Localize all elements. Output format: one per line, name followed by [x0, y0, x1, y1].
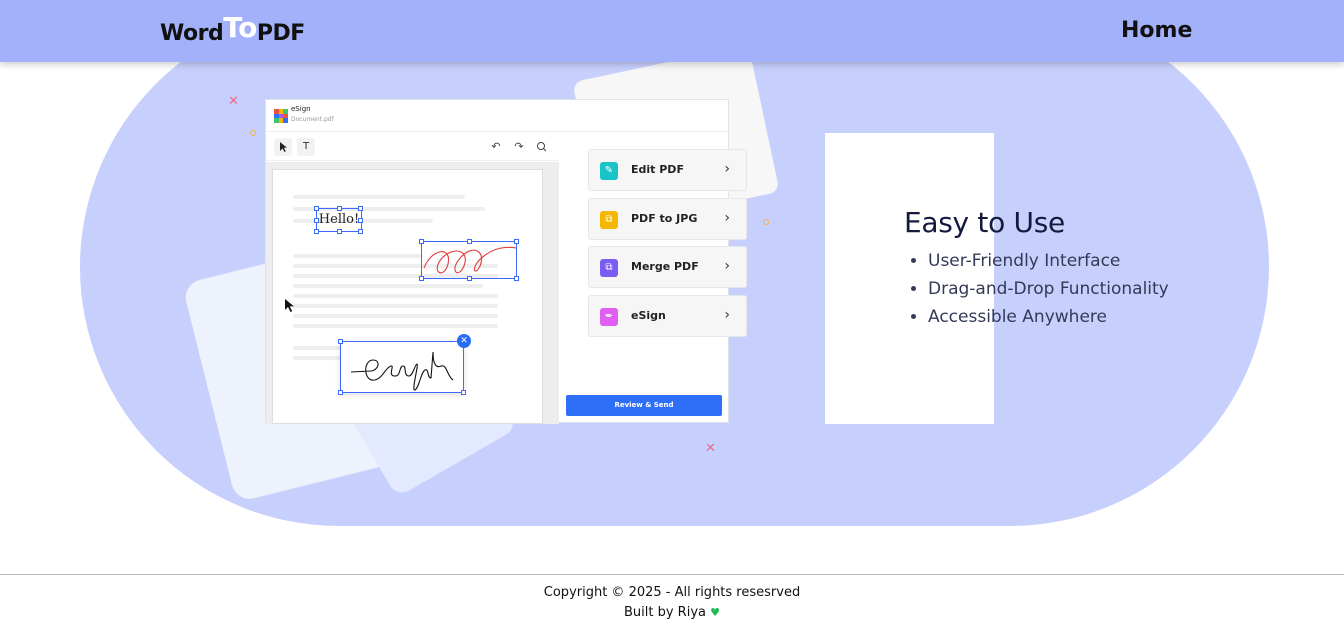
resize-handle[interactable] — [338, 339, 343, 344]
resize-handle[interactable] — [358, 229, 363, 234]
menu-item-pdf-to-jpg[interactable]: ⧉ PDF to JPG › — [588, 198, 747, 240]
feature-item: Drag-and-Drop Functionality — [928, 275, 1169, 303]
edit-icon: ✎ — [600, 162, 618, 180]
esign-signature-box[interactable] — [340, 341, 464, 393]
text-line-placeholder — [293, 304, 498, 308]
menu-item-label: eSign — [631, 309, 666, 322]
text-line-placeholder — [293, 294, 498, 298]
resize-handle[interactable] — [337, 229, 342, 234]
menu-item-merge-pdf[interactable]: ⧉ Merge PDF › — [588, 246, 747, 288]
chevron-right-icon: › — [724, 161, 730, 177]
features-title: Easy to Use — [904, 206, 1065, 239]
chevron-right-icon: › — [724, 210, 730, 226]
menu-item-label: PDF to JPG — [631, 212, 698, 225]
select-tool-icon[interactable] — [274, 138, 292, 156]
image-convert-icon: ⧉ — [600, 211, 618, 229]
editor-toolbar: T ↶ ↷ — [266, 133, 559, 161]
review-send-button[interactable]: Review & Send — [566, 395, 722, 416]
resize-handle[interactable] — [337, 206, 342, 211]
features-section: Easy to Use User-Friendly Interface Drag… — [904, 206, 1169, 331]
resize-handle[interactable] — [419, 276, 424, 281]
app-header: eSign Document.pdf — [266, 100, 728, 132]
resize-handle[interactable] — [419, 239, 424, 244]
text-line-placeholder — [293, 314, 498, 318]
built-by-label: Built by Riya — [623, 605, 706, 620]
sparkle-icon: ✕ — [705, 441, 716, 456]
copyright-text: Copyright © 2025 - All rights resesrved — [543, 585, 801, 600]
text-line-placeholder — [293, 254, 421, 258]
circle-dot-icon — [763, 219, 769, 225]
red-signature-icon — [423, 246, 517, 274]
chevron-right-icon: › — [724, 258, 730, 274]
chevron-right-icon: › — [724, 307, 730, 323]
circle-dot-icon — [250, 130, 256, 136]
footer: Copyright © 2025 - All rights resesrved … — [0, 574, 1344, 628]
search-icon[interactable] — [533, 138, 551, 156]
resize-handle[interactable] — [314, 229, 319, 234]
text-line-placeholder — [293, 284, 483, 288]
logo-to: To — [223, 11, 257, 44]
resize-handle[interactable] — [358, 218, 363, 223]
resize-handle[interactable] — [514, 276, 519, 281]
red-signature-box[interactable] — [421, 241, 517, 279]
resize-handle[interactable] — [358, 206, 363, 211]
resize-handle[interactable] — [338, 390, 343, 395]
app-filename: Document.pdf — [291, 116, 334, 123]
nav-home-link[interactable]: Home — [1121, 18, 1192, 43]
menu-item-label: Merge PDF — [631, 260, 699, 273]
resize-handle[interactable] — [467, 239, 472, 244]
handwritten-signature-icon — [350, 351, 454, 391]
feature-item: Accessible Anywhere — [928, 303, 1169, 331]
menu-item-esign[interactable]: ✒ eSign › — [588, 295, 747, 337]
logo-word: Word — [160, 21, 224, 46]
features-list: User-Friendly Interface Drag-and-Drop Fu… — [904, 247, 1169, 331]
app-title: eSign — [291, 105, 311, 113]
menu-item-edit-pdf[interactable]: ✎ Edit PDF › — [588, 149, 747, 191]
merge-icon: ⧉ — [600, 259, 618, 277]
logo-pdf: PDF — [256, 21, 305, 46]
app-logo-icon — [274, 109, 288, 123]
heart-icon: ♥ — [710, 606, 720, 619]
built-by-text: Built by Riya ♥ — [0, 605, 1344, 620]
pen-icon: ✒ — [600, 308, 618, 326]
text-tool-icon[interactable]: T — [297, 138, 315, 156]
navbar: WordToPDF Home — [0, 0, 1344, 62]
menu-item-label: Edit PDF — [631, 163, 684, 176]
redo-icon[interactable]: ↷ — [510, 138, 528, 156]
sparkle-icon: ✕ — [228, 94, 239, 109]
site-logo[interactable]: WordToPDF — [160, 11, 305, 47]
resize-handle[interactable] — [314, 206, 319, 211]
text-line-placeholder — [293, 324, 498, 328]
undo-icon[interactable]: ↶ — [487, 138, 505, 156]
resize-handle[interactable] — [467, 276, 472, 281]
feature-item: User-Friendly Interface — [928, 247, 1169, 275]
close-icon[interactable]: ✕ — [457, 334, 471, 348]
resize-handle[interactable] — [461, 390, 466, 395]
resize-handle[interactable] — [314, 218, 319, 223]
resize-handle[interactable] — [514, 239, 519, 244]
mouse-cursor-icon — [284, 298, 298, 318]
text-line-placeholder — [293, 195, 465, 199]
